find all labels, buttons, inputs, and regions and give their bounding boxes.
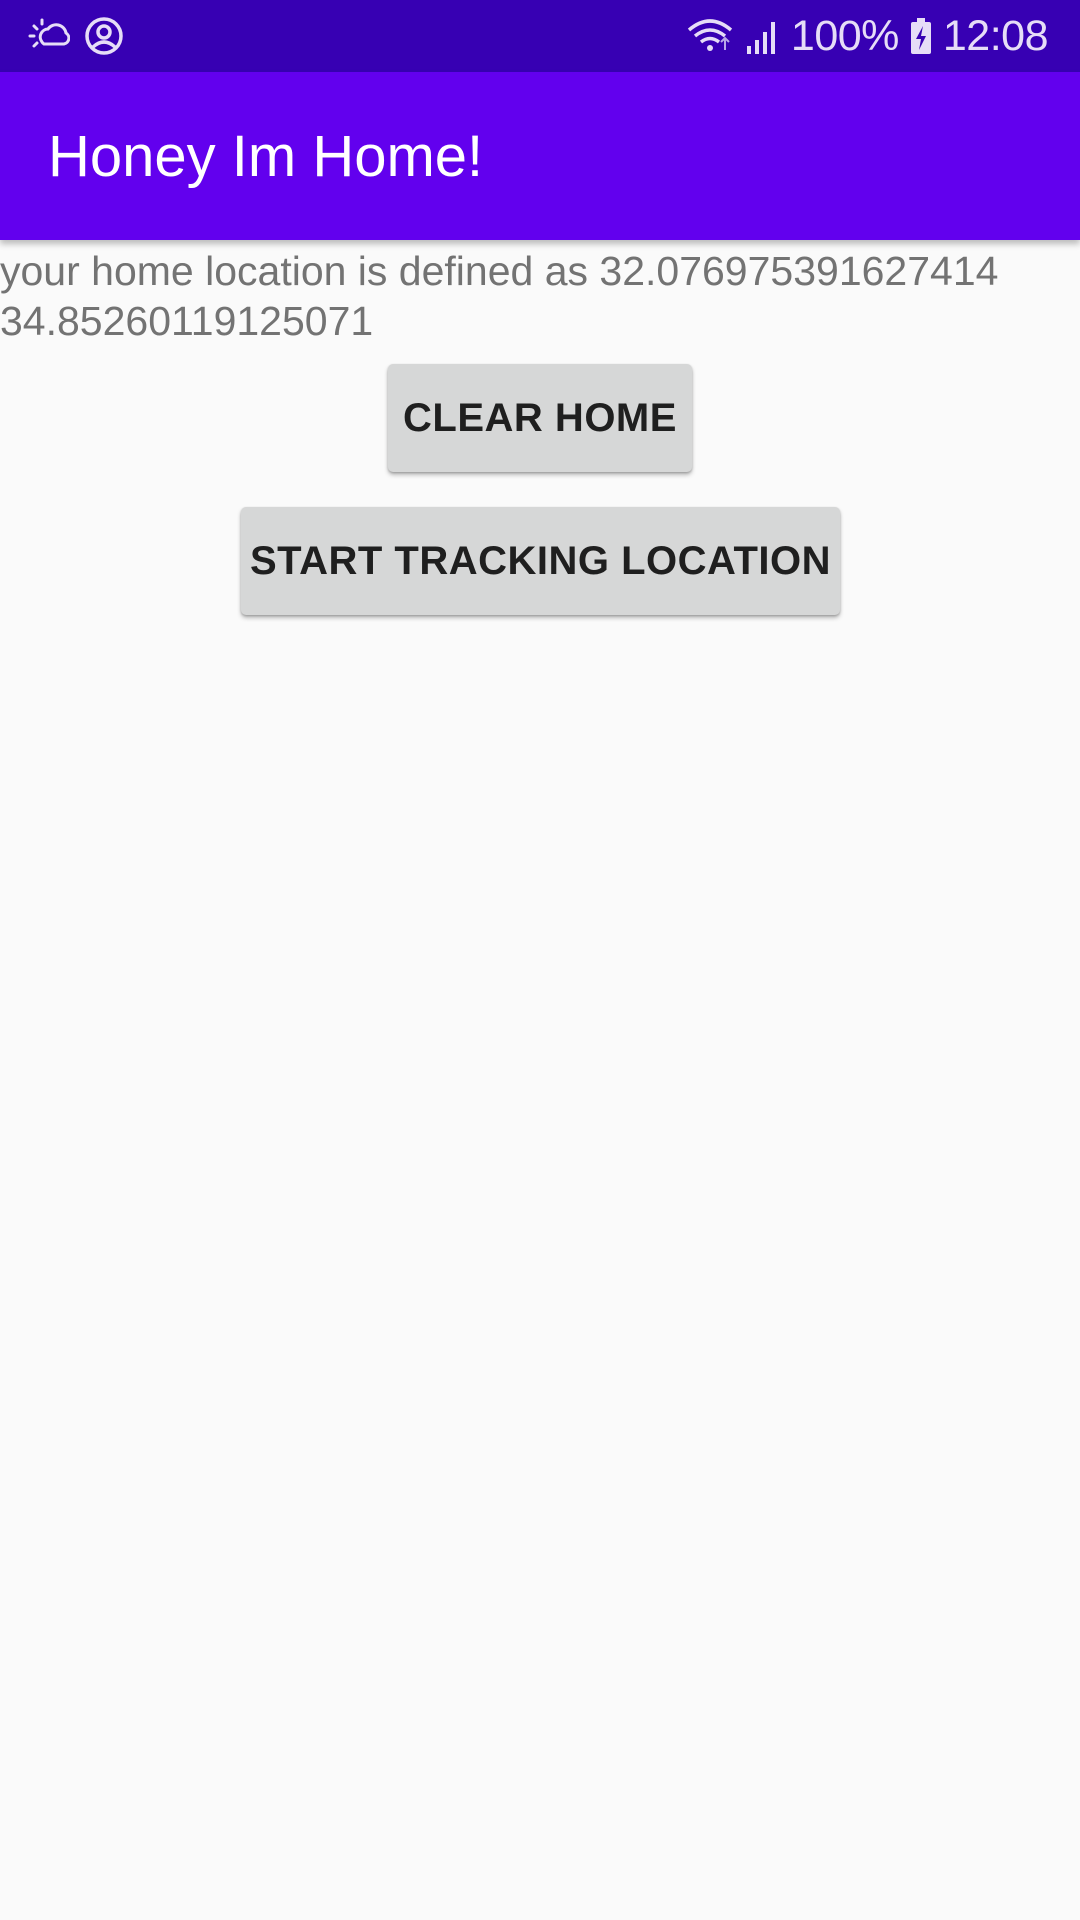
battery-charging-icon xyxy=(909,16,933,56)
app-title: Honey Im Home! xyxy=(48,123,484,189)
start-tracking-location-button[interactable]: START TRACKING LOCATION xyxy=(241,507,840,615)
clock: 12:08 xyxy=(942,11,1049,60)
status-bar: 100% 12:08 xyxy=(0,0,1080,72)
weather-cloud-icon xyxy=(26,16,70,56)
battery-percent: 100% xyxy=(790,11,899,60)
clear-home-button[interactable]: CLEAR HOME xyxy=(388,364,692,472)
status-left xyxy=(26,16,124,56)
account-circle-icon xyxy=(84,16,124,56)
wifi-icon xyxy=(685,16,735,56)
home-location-text: your home location is defined as 32.0769… xyxy=(0,248,999,344)
app-bar: Honey Im Home! xyxy=(0,72,1080,240)
main-content: your home location is defined as 32.0769… xyxy=(0,240,1080,346)
status-right: 100% 12:08 xyxy=(685,11,1049,61)
signal-icon xyxy=(745,16,781,56)
